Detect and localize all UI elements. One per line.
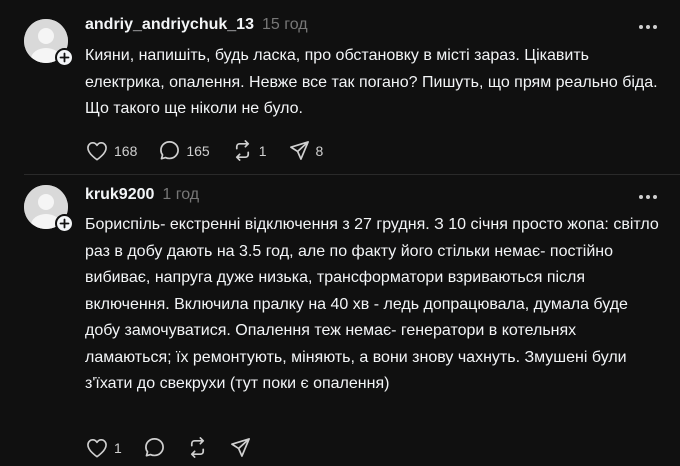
post-header: andriy_andriychuk_13 15 год: [85, 16, 308, 34]
share-count: 8: [315, 142, 324, 159]
share-button[interactable]: [224, 433, 257, 462]
post-body-text: Бориспіль- екстренні відключення з 27 гр…: [85, 216, 659, 392]
more-dots-icon: [639, 195, 657, 199]
heart-icon: [87, 141, 107, 160]
send-icon: [230, 438, 250, 457]
reply-count: 165: [186, 142, 210, 159]
repost-count: 1: [258, 142, 267, 159]
post-author-username[interactable]: kruk9200: [85, 186, 154, 204]
post-body-text: Кияни, напишіть, будь ласка, про обстано…: [85, 47, 658, 117]
share-button[interactable]: 8: [283, 136, 330, 165]
comment-bubble-icon: [144, 438, 164, 457]
like-count: 1: [114, 439, 122, 456]
follow-button[interactable]: [55, 48, 74, 67]
comment-bubble-icon: [160, 141, 180, 160]
post-header: kruk9200 1 год: [85, 186, 199, 204]
like-button[interactable]: 168: [80, 137, 143, 165]
repost-button[interactable]: [181, 433, 214, 462]
post-author-avatar[interactable]: [24, 185, 74, 233]
like-count: 168: [114, 142, 138, 159]
post-timestamp[interactable]: 15 год: [262, 16, 308, 34]
post-timestamp[interactable]: 1 год: [162, 186, 199, 204]
more-dots-icon: [639, 25, 657, 29]
post-more-button[interactable]: [636, 187, 660, 207]
post-actions-bar: 1: [80, 433, 267, 462]
reply-button[interactable]: [138, 433, 171, 462]
post-author-avatar[interactable]: [24, 19, 74, 67]
follow-button[interactable]: [55, 214, 74, 233]
post-actions-bar: 168 165 1 8: [80, 136, 339, 165]
plus-icon: [59, 52, 70, 63]
send-icon: [289, 141, 309, 160]
post-author-username[interactable]: andriy_andriychuk_13: [85, 16, 254, 34]
post-more-button[interactable]: [636, 17, 660, 37]
repost-icon: [190, 437, 204, 458]
post-card: andriy_andriychuk_13 15 год Кияни, напиш…: [0, 0, 680, 175]
plus-icon: [59, 218, 70, 229]
repost-button[interactable]: 1: [226, 136, 273, 165]
like-button[interactable]: 1: [80, 434, 128, 462]
reply-button[interactable]: 165: [153, 136, 215, 165]
heart-icon: [87, 438, 107, 457]
post-card: kruk9200 1 год Бориспіль- екстренні відк…: [0, 175, 680, 466]
repost-icon: [235, 140, 249, 161]
